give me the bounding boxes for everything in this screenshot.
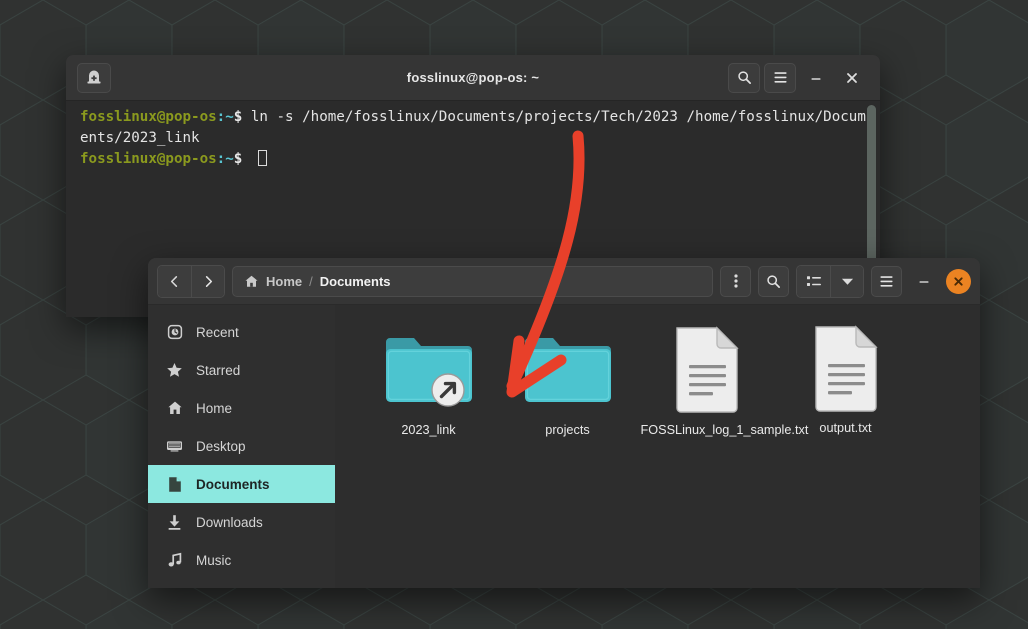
new-tab-glyph xyxy=(87,70,101,83)
hamburger-icon[interactable] xyxy=(764,62,796,93)
home-icon xyxy=(245,275,258,287)
sidebar-item-label: Music xyxy=(196,552,232,568)
file-grid-items: 2023_link projects FOSSLinux_log_1_sampl… xyxy=(335,319,980,448)
sidebar-item-downloads[interactable]: Downloads xyxy=(148,503,335,541)
window-controls xyxy=(796,264,971,298)
folder-icon xyxy=(522,323,614,417)
file-item-label: projects xyxy=(545,423,590,437)
breadcrumb-current[interactable]: Documents xyxy=(320,274,391,289)
close-glyph xyxy=(954,276,963,286)
prompt-path: :~ xyxy=(216,109,234,125)
list-view-icon[interactable] xyxy=(797,265,830,297)
sidebar-item-desktop[interactable]: Desktop xyxy=(148,427,335,465)
kebab-glyph xyxy=(733,274,738,288)
breadcrumb-separator: / xyxy=(309,273,313,289)
file-item-output-txt[interactable]: output.txt xyxy=(776,319,915,438)
minimize-icon[interactable] xyxy=(909,266,939,296)
terminal-window-controls xyxy=(728,62,880,93)
prompt-dollar: $ xyxy=(233,151,251,167)
chevron-left-icon xyxy=(170,275,178,287)
hamburger-glyph xyxy=(880,275,893,287)
sidebar-item-label: Starred xyxy=(196,362,241,378)
close-icon[interactable] xyxy=(836,63,868,93)
text-file-icon xyxy=(809,323,883,415)
prompt-user: fosslinux@pop-os xyxy=(80,151,217,167)
sidebar-item-label: Downloads xyxy=(196,514,263,530)
sidebar-item-recent[interactable]: Recent xyxy=(148,313,335,351)
desktop-icon xyxy=(166,438,183,455)
chevron-right-icon xyxy=(205,275,212,287)
minimize-glyph xyxy=(811,77,821,80)
new-tab-icon[interactable] xyxy=(77,62,111,93)
breadcrumb-home[interactable]: Home xyxy=(266,274,302,289)
folder-symlink-icon xyxy=(383,323,475,417)
view-mode-group xyxy=(796,264,864,298)
hamburger-icon[interactable] xyxy=(871,265,902,297)
sidebar-item-starred[interactable]: Starred xyxy=(148,351,335,389)
search-glyph xyxy=(737,71,751,84)
terminal-cursor xyxy=(257,150,267,166)
close-icon[interactable] xyxy=(946,268,971,294)
chevron-down-icon[interactable] xyxy=(830,265,863,297)
list-view-glyph xyxy=(806,275,821,286)
sidebar-item-music[interactable]: Music xyxy=(148,541,335,579)
file-item-label: output.txt xyxy=(819,421,872,435)
terminal-titlebar[interactable]: fosslinux@pop-os: ~ xyxy=(66,55,880,101)
clock-icon xyxy=(166,324,183,341)
chevron-down-glyph xyxy=(841,278,853,285)
hamburger-glyph xyxy=(773,72,787,83)
search-icon[interactable] xyxy=(728,62,760,93)
document-icon xyxy=(166,476,183,493)
text-file-icon xyxy=(670,323,744,417)
sidebar-item-label: Home xyxy=(196,400,233,416)
close-glyph xyxy=(847,72,857,83)
sidebar-item-label: Desktop xyxy=(196,438,246,454)
file-item-label: 2023_link xyxy=(401,423,456,437)
prompt-user: fosslinux@pop-os xyxy=(80,109,217,125)
music-icon xyxy=(166,552,183,569)
sidebar-item-label: Documents xyxy=(196,476,270,492)
sidebar-item-documents[interactable]: Documents xyxy=(148,465,335,503)
minimize-icon[interactable] xyxy=(800,63,832,93)
file-item-2023-link[interactable]: 2023_link xyxy=(359,319,498,438)
prompt-path: :~ xyxy=(216,151,234,167)
file-manager-toolbar: Home / Documents xyxy=(148,258,980,305)
sidebar-item-home[interactable]: Home xyxy=(148,389,335,427)
file-manager-body: Recent Starred Home Desktop Documents Do… xyxy=(148,305,980,588)
prompt-dollar: $ xyxy=(233,109,251,125)
breadcrumb[interactable]: Home / Documents xyxy=(232,265,713,297)
file-grid: 2023_link projects FOSSLinux_log_1_sampl… xyxy=(335,305,980,588)
search-icon[interactable] xyxy=(758,265,789,297)
home-icon xyxy=(166,400,183,417)
sidebar: Recent Starred Home Desktop Documents Do… xyxy=(148,305,335,588)
file-item-projects[interactable]: projects xyxy=(498,319,637,438)
file-item-label: FOSSLinux_log_1_sample.txt xyxy=(640,423,809,437)
kebab-menu-icon[interactable] xyxy=(720,265,751,297)
file-manager-window: Home / Documents Recent Starred Home Des… xyxy=(148,258,980,588)
forward-button[interactable] xyxy=(191,265,224,297)
file-item-fosslinux-log[interactable]: FOSSLinux_log_1_sample.txt xyxy=(637,319,809,438)
star-icon xyxy=(166,362,183,379)
download-icon xyxy=(166,514,183,531)
navigation-buttons xyxy=(157,264,225,298)
sidebar-item-label: Recent xyxy=(196,324,239,340)
back-button[interactable] xyxy=(158,265,191,297)
search-glyph xyxy=(767,274,780,288)
minimize-glyph xyxy=(919,281,929,283)
